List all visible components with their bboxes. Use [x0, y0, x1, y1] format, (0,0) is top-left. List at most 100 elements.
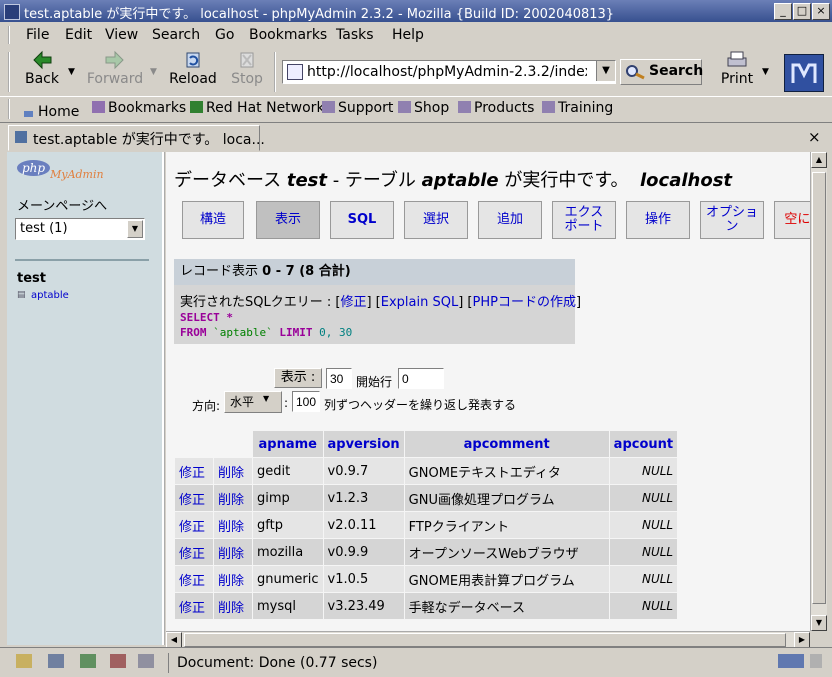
shop-link[interactable]: Shop [398, 100, 449, 116]
sql-line-select: SELECT * [180, 311, 233, 324]
chat-icon[interactable] [110, 654, 126, 668]
forward-button[interactable]: Forward [86, 50, 144, 87]
training-link[interactable]: Training [542, 100, 613, 116]
menu-file[interactable]: File [26, 27, 49, 43]
maximize-button[interactable]: □ [793, 3, 811, 20]
phpmyadmin-logo[interactable]: php MyAdmin [17, 160, 104, 181]
table-icon[interactable]: ▤ [17, 290, 26, 300]
main-page-link[interactable]: メーンページへ [17, 195, 107, 214]
repeat-header-input[interactable] [292, 391, 320, 412]
window-title-bar[interactable]: test.aptable が実行中です。 localhost - phpMyAd… [0, 0, 832, 22]
edit-row-link[interactable]: 修正 [175, 566, 213, 592]
tab-export[interactable]: エクス ポート [552, 201, 616, 239]
reload-button[interactable]: Reload [168, 50, 218, 87]
url-bar[interactable]: ▼ [282, 60, 616, 84]
forward-dropdown-icon[interactable]: ▼ [150, 67, 157, 77]
tab-browse[interactable]: 表示 [256, 201, 320, 239]
tab-structure[interactable]: 構造 [182, 201, 244, 239]
edit-row-link[interactable]: 修正 [175, 593, 213, 619]
delete-row-link[interactable]: 削除 [214, 566, 252, 592]
column-header-apcount[interactable]: apcount [609, 431, 678, 457]
url-history-dropdown-icon[interactable]: ▼ [596, 61, 615, 81]
table-link-aptable[interactable]: aptable [31, 290, 69, 301]
online-status-icon[interactable] [778, 654, 804, 668]
sql-query-label: 実行されたSQLクエリー : [修正] [Explain SQL] [PHPコー… [180, 295, 582, 310]
support-link[interactable]: Support [322, 100, 393, 116]
address-book-icon[interactable] [138, 654, 154, 668]
tab-select[interactable]: 選択 [404, 201, 468, 239]
database-select[interactable]: test (1) ▼ [15, 218, 145, 240]
scroll-left-icon[interactable]: ◀ [166, 632, 182, 648]
column-header-apversion[interactable]: apversion [323, 431, 404, 457]
navigator-icon[interactable] [16, 654, 32, 668]
edit-row-link[interactable]: 修正 [175, 539, 213, 565]
close-window-button[interactable]: × [812, 3, 830, 20]
horizontal-scrollbar[interactable]: ◀ ▶ [166, 631, 810, 648]
back-button[interactable]: Back [22, 50, 62, 87]
menu-bookmarks[interactable]: Bookmarks [249, 27, 327, 43]
products-link[interactable]: Products [458, 100, 534, 116]
explain-sql-link[interactable]: Explain SQL [381, 295, 458, 310]
bookmark-pen-icon [190, 101, 203, 113]
menubar-grip[interactable] [8, 26, 16, 44]
print-button[interactable]: Print [716, 50, 758, 87]
tab-empty[interactable]: 空にす [774, 201, 810, 239]
bookmarks-label: Bookmarks [108, 100, 187, 116]
delete-row-link[interactable]: 削除 [214, 539, 252, 565]
home-link[interactable]: Home [22, 100, 79, 120]
delete-row-link[interactable]: 削除 [214, 485, 252, 511]
column-header-apname[interactable]: apname [253, 431, 323, 457]
urlbar-grip[interactable] [274, 52, 282, 92]
tab-active[interactable]: test.aptable が実行中です。 loca... [8, 125, 265, 151]
edit-row-link[interactable]: 修正 [175, 512, 213, 538]
scroll-up-icon[interactable]: ▲ [811, 152, 827, 168]
tab-sql[interactable]: SQL [330, 201, 394, 239]
delete-row-link[interactable]: 削除 [214, 512, 252, 538]
mail-icon[interactable] [48, 654, 64, 668]
navbar-grip[interactable] [8, 52, 16, 92]
vertical-scrollbar[interactable]: ▲ ▼ [810, 152, 827, 631]
composer-icon[interactable] [80, 654, 96, 668]
cell-apversion: v0.9.7 [323, 458, 404, 484]
show-button[interactable]: 表示 : [274, 368, 322, 388]
minimize-button[interactable]: _ [774, 3, 792, 20]
database-name[interactable]: test [17, 271, 46, 286]
stop-button[interactable]: Stop [228, 50, 266, 87]
close-tab-icon[interactable]: × [808, 128, 821, 146]
edit-row-link[interactable]: 修正 [175, 485, 213, 511]
menu-view[interactable]: View [105, 27, 138, 43]
mozilla-throbber-icon[interactable] [784, 54, 824, 92]
column-header-apcomment[interactable]: apcomment [404, 431, 609, 457]
bookmarks-link[interactable]: Bookmarks [92, 100, 186, 116]
menu-go[interactable]: Go [215, 27, 234, 43]
personal-toolbar: Home Bookmarks Red Hat Network Support S… [0, 96, 832, 121]
red-hat-network-link[interactable]: Red Hat Network [190, 100, 325, 116]
sql-edit-link[interactable]: 修正 [340, 295, 366, 310]
chevron-down-icon[interactable]: ▼ [127, 220, 143, 238]
tab-operations[interactable]: 操作 [626, 201, 690, 239]
horizontal-scroll-thumb[interactable] [184, 633, 786, 647]
start-row-input[interactable] [398, 368, 444, 389]
vertical-scroll-thumb[interactable] [812, 172, 826, 604]
delete-row-link[interactable]: 削除 [214, 458, 252, 484]
rows-input[interactable] [326, 368, 352, 389]
delete-row-link[interactable]: 削除 [214, 593, 252, 619]
menu-tasks[interactable]: Tasks [336, 27, 374, 43]
personal-toolbar-grip[interactable] [8, 99, 16, 119]
scroll-down-icon[interactable]: ▼ [811, 615, 827, 631]
direction-select[interactable]: 水平 ▼ [224, 391, 282, 413]
menu-edit[interactable]: Edit [65, 27, 92, 43]
menu-search[interactable]: Search [152, 27, 200, 43]
search-button[interactable]: Search [620, 59, 703, 85]
table-header-row: apname apversion apcomment apcount [175, 431, 678, 457]
url-input[interactable] [307, 64, 587, 80]
security-lock-icon[interactable] [810, 654, 822, 668]
scroll-right-icon[interactable]: ▶ [794, 632, 810, 648]
print-dropdown-icon[interactable]: ▼ [762, 67, 769, 77]
back-dropdown-icon[interactable]: ▼ [68, 67, 75, 77]
edit-row-link[interactable]: 修正 [175, 458, 213, 484]
tab-options[interactable]: オプショ ン [700, 201, 764, 239]
tab-insert[interactable]: 追加 [478, 201, 542, 239]
php-code-link[interactable]: PHPコードの作成 [472, 295, 575, 310]
menu-help[interactable]: Help [392, 27, 424, 43]
